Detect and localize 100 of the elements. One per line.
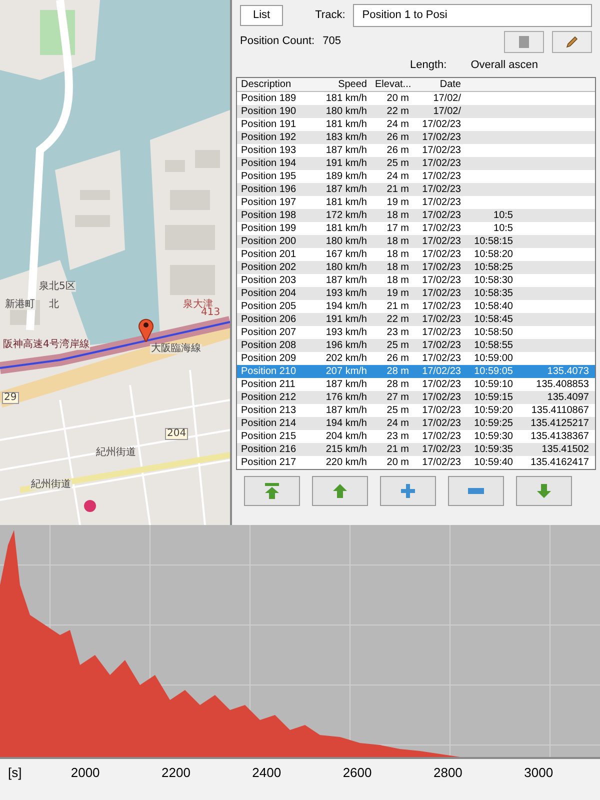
position-count-value: 705 — [322, 34, 341, 50]
table-cell-text: 135.4162417 — [530, 456, 590, 469]
table-row[interactable]: Position 202 180 km/h 18 m 17/02/23 10:58:25 — [237, 261, 595, 274]
table-cell-text: 10:5 — [492, 209, 514, 222]
stop-button[interactable] — [504, 30, 544, 52]
table-cell-text: 17/02/23 — [421, 430, 462, 443]
table-cell-text: 10:58:45 — [473, 313, 514, 326]
axis-unit-label: [s] — [7, 764, 23, 782]
table-cell-text: 26 m — [386, 352, 410, 365]
axis-tick-label: 2400 — [252, 764, 282, 782]
arrow-up-to-top-icon — [263, 482, 281, 500]
table-cell-text: 17/02/ — [432, 105, 462, 118]
table-cell-text: 207 km/h — [324, 365, 368, 378]
table-cell-text: 17/02/23 — [421, 196, 462, 209]
move-up-button[interactable] — [312, 476, 368, 506]
overall-ascent-label: Overall ascen — [470, 58, 538, 72]
table-row[interactable]: Position 190 180 km/h 22 m 17/02/ — [237, 105, 595, 118]
table-cell-text: 10:58:50 — [473, 326, 514, 339]
axis-tick-label: 3000 — [524, 764, 554, 782]
map-label: 泉北5区 — [38, 282, 76, 292]
table-cell-text: 17/02/23 — [421, 352, 462, 365]
table-cell-text: 10:58:40 — [473, 300, 514, 313]
table-cell-text: 24 m — [386, 417, 410, 430]
table-cell-text: 23 m — [386, 326, 410, 339]
column-header[interactable]: Elevat... — [371, 78, 413, 91]
table-cell-text: 10:58:25 — [473, 261, 514, 274]
table-cell-text: Position 197 — [240, 196, 298, 209]
map-label: 紀州街道 — [95, 448, 137, 458]
column-header[interactable]: Speed — [311, 78, 371, 91]
table-cell-text: 21 m — [386, 183, 410, 196]
table-row[interactable]: Position 200 180 km/h 18 m 17/02/23 10:58:15 — [237, 235, 595, 248]
column-header[interactable]: Description — [237, 78, 311, 91]
table-cell-text: Position 190 — [240, 105, 298, 118]
table-cell-text: 17/02/23 — [421, 456, 462, 469]
track-dropdown[interactable]: Position 1 to Posi — [353, 4, 592, 26]
table-cell-text: 181 km/h — [324, 118, 368, 131]
table-cell-text: 17/02/23 — [421, 170, 462, 183]
table-cell-text: Position 201 — [240, 248, 298, 261]
table-cell-text: 180 km/h — [324, 105, 368, 118]
table-cell-text: Position 205 — [240, 300, 298, 313]
table-cell-text: 20 m — [386, 456, 410, 469]
table-cell-text: 172 km/h — [324, 209, 368, 222]
table-cell-text: 10:59:40 — [473, 456, 514, 469]
table-cell-text: 181 km/h — [324, 92, 368, 105]
edit-button[interactable] — [552, 30, 592, 52]
table-cell-text: Position 211 — [240, 378, 296, 391]
table-cell-text: 17/02/23 — [421, 313, 462, 326]
table-row[interactable]: Position 214 194 km/h 24 m 17/02/23 10:59:25 135.4125217 — [237, 417, 595, 430]
table-row[interactable]: Position 204 193 km/h 19 m 17/02/23 10:58:35 — [237, 287, 595, 300]
table-cell-text: 135.4138367 — [530, 430, 590, 443]
axis-tick-label: 2200 — [162, 764, 190, 782]
remove-button[interactable] — [448, 476, 504, 506]
table-cell-text: 193 km/h — [324, 287, 368, 300]
move-to-top-button[interactable] — [244, 476, 300, 506]
table-cell-text: Position 213 — [240, 404, 298, 417]
table-cell-text: 17/02/23 — [421, 443, 462, 456]
length-label: Length: — [410, 58, 447, 72]
table-row[interactable]: Position 192 183 km/h 26 m 17/02/23 — [237, 131, 595, 144]
table-cell-text: 17/02/23 — [421, 378, 462, 391]
map-pin-icon[interactable] — [138, 318, 154, 342]
table-cell-text: 17/02/23 — [421, 417, 462, 430]
table-cell-text: 18 m — [386, 261, 410, 274]
table-cell-text: 181 km/h — [324, 196, 368, 209]
table-cell-text: 26 m — [386, 144, 410, 157]
table-cell-text: 10:59:05 — [473, 365, 514, 378]
map[interactable]: 泉北5区 新港町 北 泉大津 413 阪神高速4号湾岸線 大阪臨海線 29 204 紀州街道 紀州街道 — [0, 0, 230, 525]
table-cell-text: 26 m — [386, 131, 410, 144]
column-header[interactable]: Date — [413, 78, 465, 91]
map-label: 紀州街道 — [30, 480, 72, 490]
table-cell-text: 24 m — [386, 118, 410, 131]
list-tab[interactable]: List — [240, 5, 284, 26]
table-cell-text: 10:59:30 — [473, 430, 514, 443]
axis-tick-label: 2600 — [342, 764, 372, 782]
table-row[interactable]: Position 196 187 km/h 21 m 17/02/23 — [237, 183, 595, 196]
table-cell-text: 21 m — [386, 443, 410, 456]
table-cell-text: 22 m — [386, 105, 410, 118]
table-cell-text: 28 m — [386, 365, 410, 378]
move-down-button[interactable] — [516, 476, 572, 506]
table-row[interactable]: Position 212 176 km/h 27 m 17/02/23 10:59:15 135.4097 — [237, 391, 595, 404]
table-row[interactable]: Position 208 196 km/h 25 m 17/02/23 10:58:55 — [237, 339, 595, 352]
plus-icon — [400, 483, 416, 499]
map-label: 29 — [2, 392, 19, 404]
table-cell-text: 194 km/h — [324, 300, 368, 313]
table-cell-text: 10:59:10 — [473, 378, 514, 391]
table-row[interactable]: Position 216 215 km/h 21 m 17/02/23 10:59:35 135.41502 — [237, 443, 595, 456]
table-cell-text: Position 202 — [240, 261, 298, 274]
square-icon — [519, 36, 529, 48]
table-cell-text: Position 214 — [240, 417, 298, 430]
table-row[interactable]: Position 194 191 km/h 25 m 17/02/23 — [237, 157, 595, 170]
table-row[interactable]: Position 206 191 km/h 22 m 17/02/23 10:58:45 — [237, 313, 595, 326]
table-cell-text: 10:59:35 — [473, 443, 514, 456]
add-button[interactable] — [380, 476, 436, 506]
table-cell-text: 18 m — [386, 209, 410, 222]
table-cell-text: 20 m — [386, 92, 410, 105]
table-cell-text: Position 217 — [240, 456, 298, 469]
axis-tick-label: 2800 — [433, 764, 462, 782]
table-cell-text: Position 200 — [240, 235, 298, 248]
table-cell-text: Position 198 — [240, 209, 298, 222]
map-label: 阪神高速4号湾岸線 — [2, 340, 90, 350]
table-row[interactable]: Position 198 172 km/h 18 m 17/02/23 10:5 — [237, 209, 595, 222]
